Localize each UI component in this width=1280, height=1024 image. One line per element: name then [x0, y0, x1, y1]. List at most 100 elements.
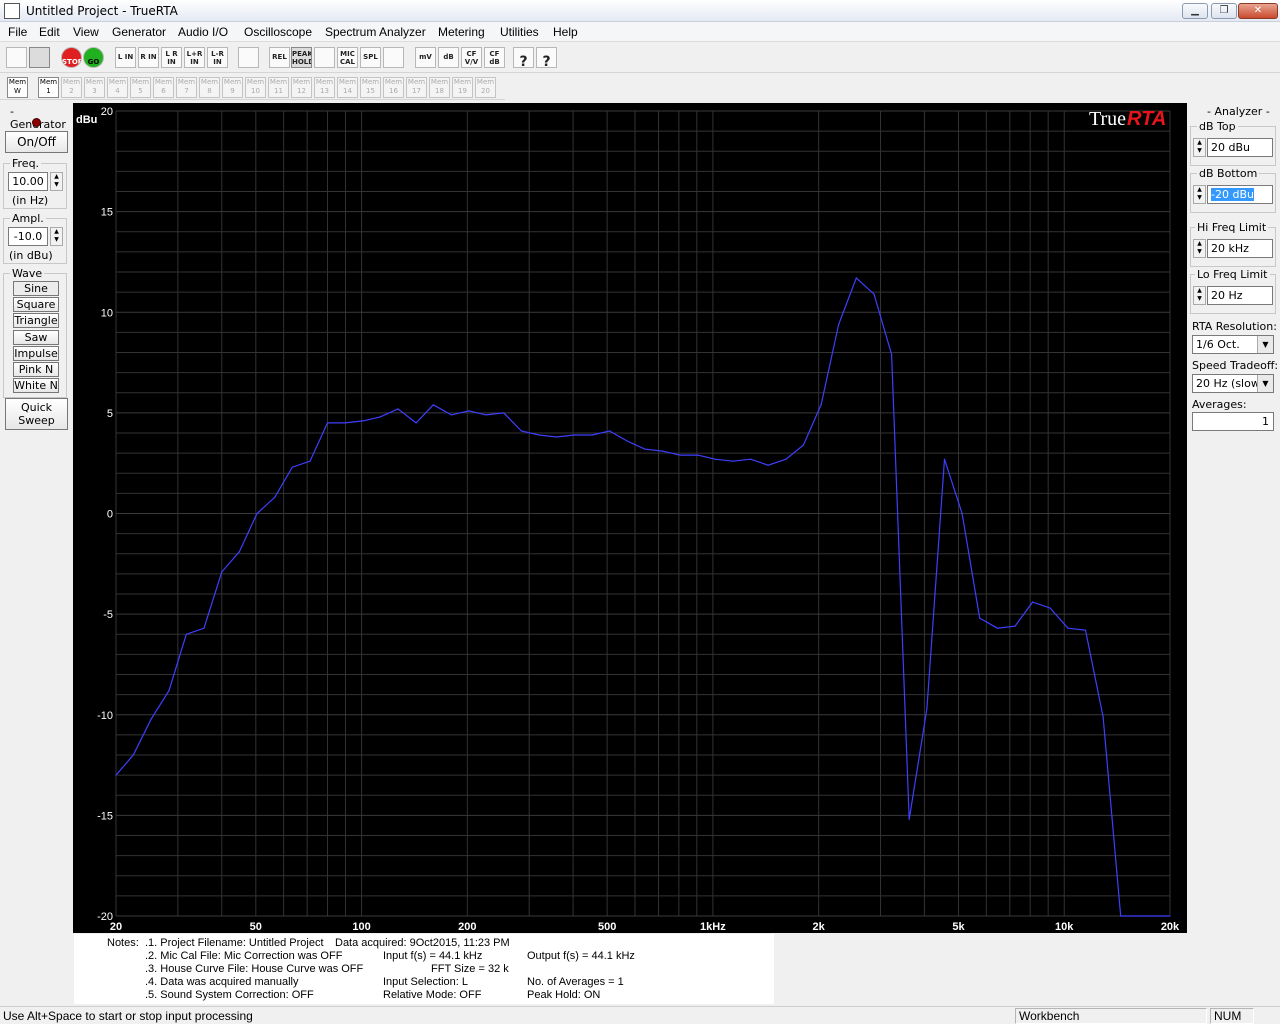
mem-3-button[interactable]: Mem 3 [84, 77, 105, 98]
hi-freq-input[interactable]: 20 kHz [1207, 239, 1273, 258]
right-in-button[interactable]: R IN [138, 47, 159, 68]
mem-1-button[interactable]: Mem 1 [38, 77, 59, 98]
l-minus-r-in-button[interactable]: L-R IN [207, 47, 228, 68]
help-icon[interactable]: ? [513, 47, 534, 68]
mem-14-button[interactable]: Mem 14 [337, 77, 358, 98]
mem-w-button[interactable]: Mem W [7, 77, 28, 98]
l-plus-r-in-button[interactable]: L+R IN [184, 47, 205, 68]
mem-7-button[interactable]: Mem 7 [176, 77, 197, 98]
rta-resolution-select[interactable]: 1/6 Oct. ▼ [1192, 335, 1274, 354]
spectrum-data-point [979, 617, 981, 619]
hi-freq-label: Hi Freq Limit [1195, 221, 1269, 234]
db-top-input[interactable]: 20 dBu [1207, 138, 1273, 157]
wave-sine-button[interactable]: Sine [13, 281, 59, 296]
mem-6-button[interactable]: Mem 6 [153, 77, 174, 98]
menu-oscilloscope[interactable]: Oscilloscope [244, 25, 312, 39]
title-bar: Untitled Project - TrueRTA ▁ ❐ ✕ [0, 0, 1280, 22]
mem-19-button[interactable]: Mem 19 [452, 77, 473, 98]
db-button[interactable]: dB [438, 47, 459, 68]
mem-10-button[interactable]: Mem 10 [245, 77, 266, 98]
y-tick-label: 20 [101, 106, 113, 118]
spectrum-data-point [450, 414, 452, 416]
mem-8-button[interactable]: Mem 8 [199, 77, 220, 98]
spectrum-data-point [926, 708, 928, 710]
freq-stepper[interactable]: ▲ ▼ [50, 172, 63, 191]
ampl-stepper[interactable]: ▲ ▼ [50, 227, 63, 246]
mem-16-button[interactable]: Mem 16 [383, 77, 404, 98]
averages-input[interactable]: 1 [1192, 412, 1274, 431]
wave-triangle-button[interactable]: Triangle [13, 313, 59, 328]
speed-tradeoff-select[interactable]: 20 Hz (slow) ▼ [1192, 374, 1274, 393]
menu-audio-io[interactable]: Audio I/O [178, 25, 228, 39]
rel-button[interactable]: REL [269, 47, 290, 68]
menu-metering[interactable]: Metering [438, 25, 485, 39]
cancel-icon[interactable] [383, 47, 404, 68]
spectrum-data-point [679, 454, 681, 456]
db-bottom-input[interactable]: -20 dBu [1207, 185, 1273, 204]
mv-button[interactable]: mV [415, 47, 436, 68]
notes-label: Notes: [107, 937, 139, 949]
wave-impulse-button[interactable]: Impulse [13, 346, 59, 361]
menu-view[interactable]: View [73, 25, 99, 39]
context-help-icon[interactable]: ? [536, 47, 557, 68]
y-axis-label: dBu [76, 114, 97, 126]
mic-cal-button[interactable]: MIC CAL [337, 47, 358, 68]
menu-help[interactable]: Help [553, 25, 578, 39]
grid-icon[interactable] [238, 47, 259, 68]
mem-13-button[interactable]: Mem 13 [314, 77, 335, 98]
generator-on-off-button[interactable]: On/Off [5, 131, 68, 153]
spectrum-data-point [432, 404, 434, 406]
wave-white-noise-button[interactable]: White N [13, 378, 59, 393]
status-mode: Workbench [1015, 1008, 1207, 1024]
wave-square-button[interactable]: Square [13, 297, 59, 312]
mem-4-button[interactable]: Mem 4 [107, 77, 128, 98]
lo-freq-stepper[interactable]: ▲ ▼ [1193, 286, 1206, 305]
app-icon[interactable] [4, 3, 20, 19]
stop-button[interactable]: STOP [61, 47, 82, 68]
wave-saw-button[interactable]: Saw [13, 330, 59, 345]
rta-resolution-label: RTA Resolution: [1192, 320, 1277, 333]
mem-2-button[interactable]: Mem 2 [61, 77, 82, 98]
menu-spectrum-analyzer[interactable]: Spectrum Analyzer [325, 25, 426, 39]
mem-12-button[interactable]: Mem 12 [291, 77, 312, 98]
hi-freq-stepper[interactable]: ▲ ▼ [1193, 239, 1206, 258]
spectrum-data-point [1120, 915, 1122, 917]
mem-17-button[interactable]: Mem 17 [406, 77, 427, 98]
mem-11-button[interactable]: Mem 11 [268, 77, 289, 98]
spectrum-data-point [485, 414, 487, 416]
menu-utilities[interactable]: Utilities [500, 25, 539, 39]
left-right-in-button[interactable]: L R IN [161, 47, 182, 68]
bars-icon[interactable] [314, 47, 335, 68]
cf-db-button[interactable]: CF dB [484, 47, 505, 68]
x-tick-label: 100 [352, 921, 370, 933]
freq-input[interactable]: 10.00 [8, 172, 48, 191]
db-bottom-stepper[interactable]: ▲ ▼ [1193, 185, 1206, 204]
spl-button[interactable]: SPL [360, 47, 381, 68]
wave-pink-noise-button[interactable]: Pink N [13, 362, 59, 377]
left-in-button[interactable]: L IN [115, 47, 136, 68]
note-relative-mode: Relative Mode: OFF [383, 989, 482, 1001]
menu-generator[interactable]: Generator [112, 25, 166, 39]
peak-hold-button[interactable]: PEAK HOLD [291, 47, 312, 68]
mem-9-button[interactable]: Mem 9 [222, 77, 243, 98]
quick-sweep-button[interactable]: Quick Sweep [5, 398, 68, 430]
close-button[interactable]: ✕ [1238, 3, 1278, 19]
db-top-stepper[interactable]: ▲ ▼ [1193, 138, 1206, 157]
sine-wave-icon[interactable] [6, 47, 27, 68]
mem-5-button[interactable]: Mem 5 [130, 77, 151, 98]
maximize-button[interactable]: ❐ [1211, 3, 1237, 19]
menu-edit[interactable]: Edit [39, 25, 60, 39]
y-tick-label: -10 [97, 710, 113, 722]
mem-18-button[interactable]: Mem 18 [429, 77, 450, 98]
spectrum-view-icon[interactable] [29, 47, 50, 68]
go-button[interactable]: GO [83, 47, 104, 68]
lo-freq-input[interactable]: 20 Hz [1207, 286, 1273, 305]
x-tick-label: 2k [813, 921, 826, 933]
mem-15-button[interactable]: Mem 15 [360, 77, 381, 98]
menu-file[interactable]: File [8, 25, 27, 39]
cf-vv-button[interactable]: CF V/V [461, 47, 482, 68]
mem-20-button[interactable]: Mem 20 [475, 77, 496, 98]
spectrum-series-line [115, 276, 1170, 917]
minimize-button[interactable]: ▁ [1182, 3, 1208, 19]
ampl-input[interactable]: -10.0 [8, 227, 48, 246]
